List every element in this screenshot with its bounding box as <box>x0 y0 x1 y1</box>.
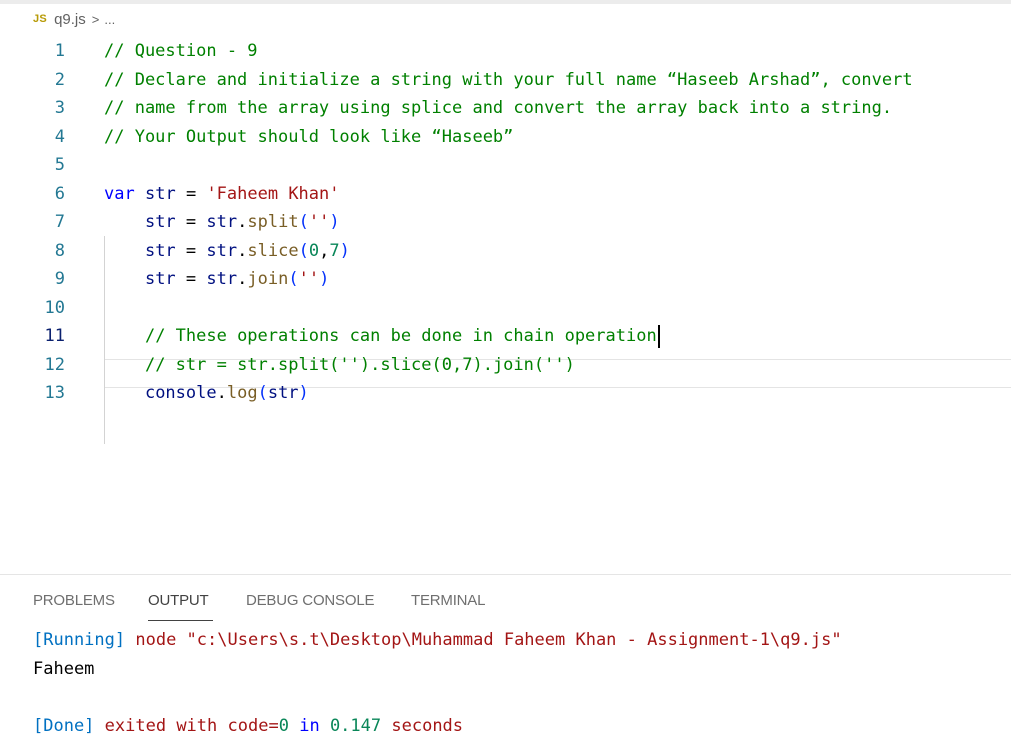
done-seconds: seconds <box>391 716 464 736</box>
line-number: 12 <box>44 354 65 375</box>
done-code-value: 0 <box>278 716 289 736</box>
tab-debug-console[interactable]: DEBUG CONSOLE <box>246 592 374 609</box>
code-line[interactable]: 10 <box>0 294 1011 323</box>
code-line[interactable]: 6 var str = 'Faheem Khan' <box>0 180 1011 209</box>
tab-output[interactable]: OUTPUT <box>148 592 209 609</box>
line-number: 9 <box>54 269 65 289</box>
line-number: 11 <box>44 326 65 346</box>
code-text: str = str.join('') <box>144 269 330 289</box>
line-number: 1 <box>54 41 65 61</box>
code-text: // name from the array using splice and … <box>104 98 893 118</box>
running-label: [Running] <box>33 630 126 650</box>
done-label: [Done] <box>33 716 95 736</box>
code-text: // Question - 9 <box>104 41 258 61</box>
code-text: console.log(str) <box>144 383 309 403</box>
line-number: 7 <box>54 212 65 232</box>
done-code-keyword: code= <box>227 716 279 736</box>
output-result: Faheem <box>33 659 95 679</box>
code-line[interactable]: 7 str = str.split('') <box>0 208 1011 237</box>
code-editor[interactable]: 1 // Question - 9 2 // Declare and initiali… <box>0 37 1011 444</box>
running-command: node "c:\Users\s.t\Desktop\Muhammad Fahe… <box>135 630 842 650</box>
code-line[interactable]: 4 // Your Output should look like “Haseeb… <box>0 123 1011 152</box>
code-line[interactable]: 1 // Question - 9 <box>0 37 1011 66</box>
chevron-right-icon: > <box>91 11 100 27</box>
code-text: str = str.split('') <box>144 212 340 232</box>
line-number: 5 <box>54 155 65 175</box>
panel-tab-bar: PROBLEMS OUTPUT DEBUG CONSOLE TERMINAL <box>0 576 1011 626</box>
code-text: // Your Output should look like “Haseeb” <box>104 126 514 147</box>
code-line[interactable]: 12 // str = str.split('').slice(0,7).joi… <box>0 351 1011 380</box>
code-line[interactable]: 2 // Declare and initialize a string with… <box>0 66 1011 95</box>
code-text: var str = 'Faheem Khan' <box>104 183 340 204</box>
code-text: str = str.slice(0,7) <box>144 240 350 261</box>
line-number: 8 <box>54 240 65 261</box>
code-line[interactable]: 5 <box>0 151 1011 180</box>
done-text: exited with <box>104 716 218 736</box>
code-text: // Declare and initialize a string with … <box>104 69 913 90</box>
code-text: // These operations can be done in chain… <box>104 322 660 351</box>
breadcrumb-symbols[interactable]: ... <box>104 12 115 27</box>
tab-terminal[interactable]: TERMINAL <box>411 592 485 609</box>
panel-divider <box>0 574 1011 575</box>
line-number: 10 <box>44 297 65 318</box>
output-done-line: [Done] exited with code=0 in 0.147 secon… <box>33 712 463 741</box>
code-line[interactable]: 11 // These operations can be done in ch… <box>0 322 1011 351</box>
text-cursor <box>657 324 660 348</box>
tab-problems[interactable]: PROBLEMS <box>33 592 115 609</box>
output-running-line: [Running] node "c:\Users\s.t\Desktop\Muh… <box>33 626 842 655</box>
done-time: 0.147 <box>329 716 382 736</box>
active-tab-indicator <box>148 620 213 621</box>
code-line[interactable]: 9 str = str.join('') <box>0 265 1011 294</box>
breadcrumb: JS q9.js > ... <box>0 4 1011 34</box>
done-in: in <box>299 716 320 736</box>
line-number: 6 <box>54 183 65 204</box>
line-number: 4 <box>54 126 65 147</box>
code-line[interactable]: 13 console.log(str) <box>0 379 1011 408</box>
line-number: 2 <box>54 69 65 90</box>
code-text: // str = str.split('').slice(0,7).join('… <box>144 354 575 375</box>
code-line[interactable]: 3 // name from the array using splice and… <box>0 94 1011 123</box>
code-line[interactable]: 8 str = str.slice(0,7) <box>0 237 1011 266</box>
javascript-file-icon: JS <box>33 13 48 25</box>
line-number: 13 <box>44 383 65 403</box>
breadcrumb-file[interactable]: q9.js <box>54 11 86 28</box>
line-number: 3 <box>54 98 65 118</box>
